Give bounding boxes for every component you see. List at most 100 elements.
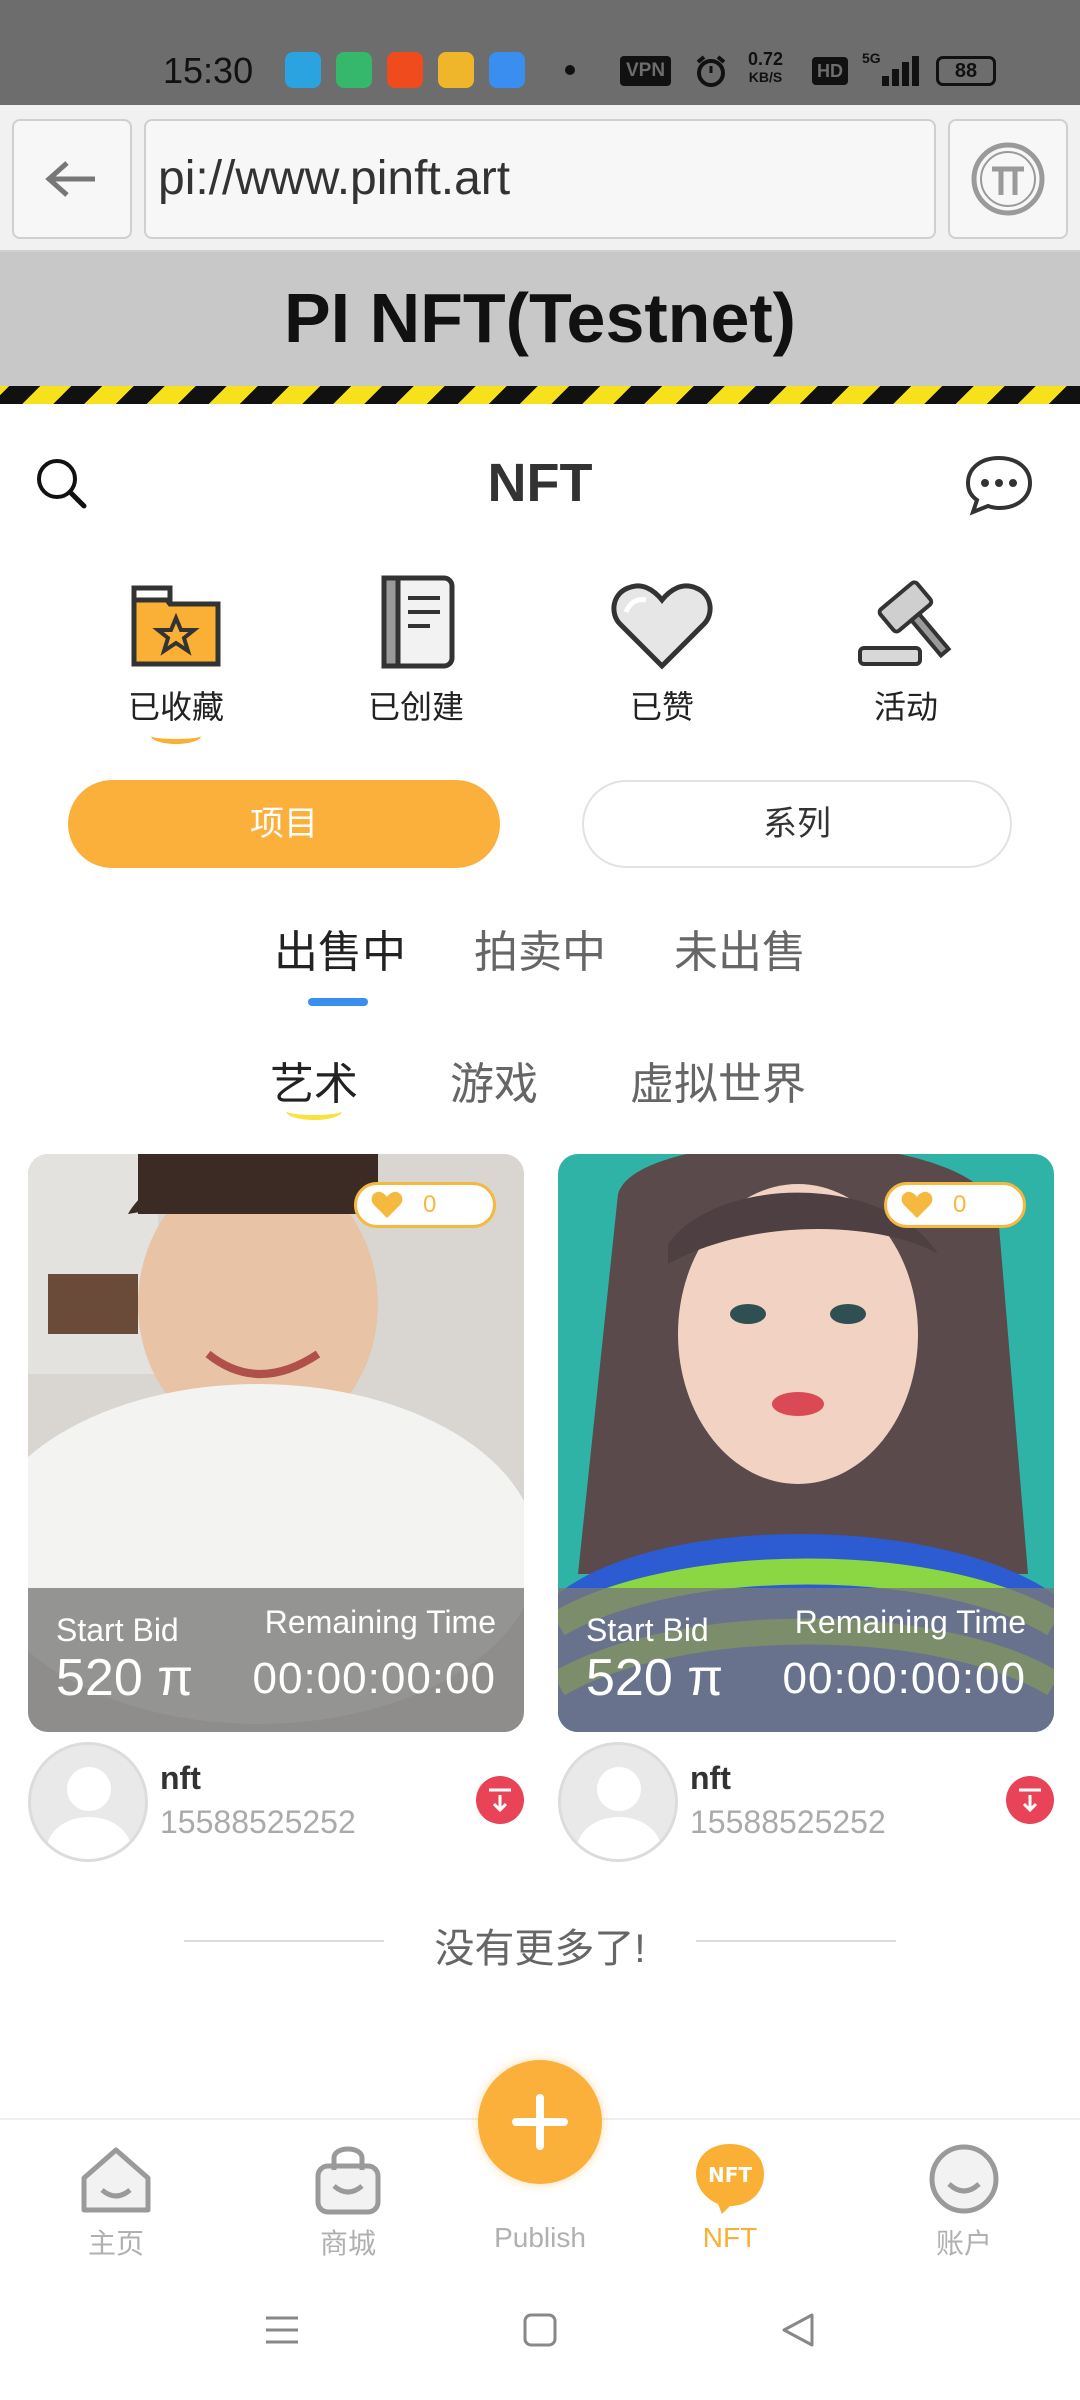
browser-app-icon — [489, 52, 525, 88]
net-speed: 0.72 KB/S — [748, 49, 784, 85]
telegram-app-icon — [285, 52, 321, 88]
cartoon-app-icon — [438, 52, 474, 88]
heart-icon — [371, 1191, 403, 1218]
kuaishou-app-icon — [387, 52, 423, 88]
bottom-nav: 主页 商城 Publish NFT NFT 账户 — [0, 2060, 1080, 2268]
start-bid-value: 520 π — [586, 1649, 724, 1707]
active-indicator — [151, 728, 201, 744]
status-tabs: 出售中 拍卖中 未出售 — [0, 916, 1080, 1006]
remaining-time-value: 00:00:00:00 — [252, 1654, 496, 1703]
avatar[interactable] — [28, 1742, 148, 1862]
category-label: 已收藏 — [127, 689, 224, 725]
tab-games[interactable]: 游戏 — [450, 1048, 538, 1112]
remaining-time-label: Remaining Time — [264, 1604, 496, 1640]
tab-indicator — [308, 998, 368, 1006]
folder-star-icon — [131, 585, 221, 667]
nav-label: Publish — [494, 2222, 586, 2253]
back-triangle-icon[interactable] — [778, 2310, 818, 2350]
pi-logo-icon — [971, 142, 1045, 216]
owner-row: nft 15588525252 — [558, 1742, 1054, 1862]
nft-card[interactable]: 0 Start Bid 520 π Remaining Time 00:00:0… — [28, 1154, 524, 1732]
type-tab-indicator — [286, 1102, 342, 1120]
notebook-icon — [381, 575, 455, 669]
nft-card[interactable]: 0 Start Bid 520 π Remaining Time 00:00:0… — [558, 1154, 1054, 1732]
user-silhouette-icon — [47, 1767, 131, 1859]
category-activity[interactable]: 活动 — [826, 570, 986, 728]
tab-virtual-world[interactable]: 虚拟世界 — [630, 1048, 806, 1112]
tab-auction[interactable]: 拍卖中 — [474, 916, 606, 980]
user-silhouette-icon — [577, 1767, 661, 1859]
nav-home[interactable]: 主页 — [26, 2120, 206, 2262]
nav-label: 账户 — [935, 2228, 992, 2259]
like-badge[interactable]: 0 — [354, 1182, 496, 1228]
nav-nft[interactable]: NFT NFT — [640, 2120, 820, 2254]
menu-icon[interactable] — [262, 2310, 302, 2350]
heart-icon — [901, 1191, 933, 1218]
download-icon — [489, 1788, 511, 1813]
bid-overlay: Start Bid 520 π Remaining Time 00:00:00:… — [28, 1588, 524, 1732]
no-more-text: 没有更多了! — [434, 1927, 646, 1971]
category-row: 已收藏 已创建 已赞 活动 — [0, 570, 1080, 760]
like-badge[interactable]: 0 — [884, 1182, 1026, 1228]
owner-phone: 15588525252 — [690, 1804, 886, 1840]
category-favorited[interactable]: 已收藏 — [96, 570, 256, 744]
nav-label: NFT — [702, 2222, 758, 2253]
hd-badge: HD — [812, 57, 848, 85]
home-square-icon[interactable] — [520, 2310, 560, 2350]
url-field[interactable]: pi://www.pinft.art — [144, 119, 936, 239]
download-icon — [1019, 1788, 1041, 1813]
tab-unsold[interactable]: 未出售 — [674, 916, 806, 980]
status-bar: 15:30 VPN 0.72 KB/S HD 5G 88 — [0, 0, 1080, 105]
like-count: 0 — [423, 1191, 437, 1218]
svg-text:NFT: NFT — [708, 2163, 752, 2187]
pi-browser-button[interactable] — [948, 119, 1068, 239]
remaining-time-value: 00:00:00:00 — [782, 1654, 1026, 1703]
divider — [696, 1940, 896, 1942]
category-liked[interactable]: 已赞 — [582, 570, 742, 728]
vpn-badge: VPN — [620, 56, 672, 86]
home-icon — [81, 2147, 151, 2213]
start-bid-label: Start Bid — [586, 1612, 709, 1648]
testnet-title: PI NFT(Testnet) — [283, 279, 796, 357]
like-count: 0 — [953, 1191, 967, 1218]
signal-icon: 5G — [862, 50, 922, 90]
nav-shop[interactable]: 商城 — [258, 2120, 438, 2262]
account-icon — [929, 2144, 999, 2214]
start-bid-value: 520 π — [56, 1649, 194, 1707]
message-icon[interactable] — [964, 454, 1034, 516]
shopping-bag-icon — [315, 2146, 381, 2215]
download-button[interactable] — [1006, 1776, 1054, 1824]
owner-name: nft — [690, 1760, 731, 1796]
nft-badge-icon: NFT — [696, 2144, 764, 2214]
arrow-left-icon — [45, 161, 95, 197]
category-label: 已创建 — [367, 689, 464, 725]
owner-name: nft — [160, 1760, 201, 1796]
avatar[interactable] — [558, 1742, 678, 1862]
gavel-icon — [858, 580, 952, 666]
page-header: NFT — [0, 404, 1080, 544]
publish-button[interactable] — [478, 2060, 602, 2184]
collections-toggle-button[interactable]: 系列 — [582, 780, 1012, 868]
back-button[interactable] — [12, 119, 132, 239]
category-label: 活动 — [873, 689, 938, 725]
testnet-banner: PI NFT(Testnet) — [0, 252, 1080, 404]
nav-label: 主页 — [87, 2228, 144, 2259]
remaining-time-label: Remaining Time — [794, 1604, 1026, 1640]
end-of-list: 没有更多了! — [0, 1906, 1080, 1976]
page-title: NFT — [487, 453, 593, 513]
category-created[interactable]: 已创建 — [336, 570, 496, 728]
items-toggle-button[interactable]: 项目 — [68, 780, 500, 868]
owner-row: nft 15588525252 — [28, 1742, 524, 1862]
video-app-icon — [336, 52, 372, 88]
notification-dot-icon — [565, 65, 575, 75]
start-bid-label: Start Bid — [56, 1612, 179, 1648]
nav-account[interactable]: 账户 — [874, 2120, 1054, 2262]
system-nav-bar — [0, 2268, 1080, 2400]
owner-phone: 15588525252 — [160, 1804, 356, 1840]
type-tabs: 艺术 游戏 虚拟世界 — [0, 1048, 1080, 1128]
download-button[interactable] — [476, 1776, 524, 1824]
status-time: 15:30 — [163, 50, 254, 91]
alarm-icon — [696, 55, 726, 87]
tab-on-sale[interactable]: 出售中 — [274, 916, 406, 980]
nav-label: 商城 — [319, 2228, 376, 2259]
